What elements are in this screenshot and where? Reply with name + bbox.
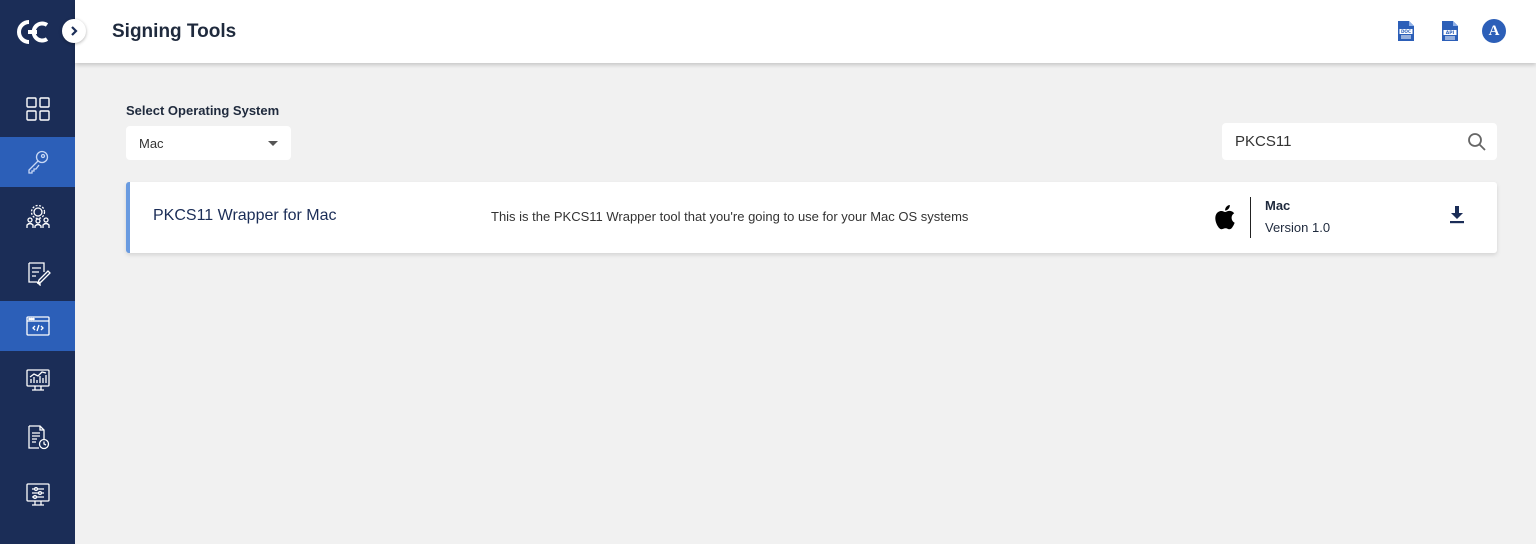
sidebar-item-keys[interactable] <box>0 137 75 187</box>
app-logo[interactable] <box>15 17 53 47</box>
sidebar-item-requests[interactable] <box>0 244 75 301</box>
user-menu-button[interactable]: A <box>1482 18 1506 44</box>
main-content: Select Operating System Mac PKCS11 Wrapp… <box>75 63 1536 544</box>
sidebar-item-settings[interactable] <box>0 465 75 522</box>
tool-version: Version 1.0 <box>1265 220 1331 235</box>
chevron-right-icon <box>71 26 78 36</box>
avatar: A <box>1482 19 1506 43</box>
caret-down-icon <box>268 141 278 146</box>
tool-name-link[interactable]: PKCS11 Wrapper for Mac <box>153 207 336 225</box>
team-gear-icon <box>25 204 50 228</box>
search-icon[interactable] <box>1467 132 1487 152</box>
download-icon[interactable] <box>1448 205 1466 225</box>
dashboard-icon <box>25 96 50 121</box>
apple-icon <box>1215 205 1235 230</box>
search-box <box>1222 123 1497 160</box>
key-icon <box>27 150 48 174</box>
sidebar-item-team[interactable] <box>0 187 75 244</box>
sidebar-item-reports[interactable] <box>0 351 75 408</box>
edit-document-icon <box>27 261 51 286</box>
tool-description: This is the PKCS11 Wrapper tool that you… <box>491 209 969 224</box>
top-header: Signing Tools DOC API A <box>75 0 1536 63</box>
sidebar-item-logs[interactable] <box>0 408 75 465</box>
header-actions: DOC API A <box>1394 18 1506 44</box>
os-filter-label: Select Operating System <box>126 103 280 118</box>
tool-card: PKCS11 Wrapper for Mac This is the PKCS1… <box>126 182 1497 253</box>
doc-button[interactable]: DOC <box>1394 18 1418 44</box>
sidebar-item-dashboard[interactable] <box>0 80 75 137</box>
analytics-monitor-icon <box>25 368 50 391</box>
search-input[interactable] <box>1222 133 1452 150</box>
page-title: Signing Tools <box>112 20 237 42</box>
sidebar <box>0 0 75 544</box>
code-window-icon <box>25 316 50 336</box>
api-icon-text: API <box>1446 30 1455 36</box>
os-select-dropdown[interactable]: Mac <box>126 126 291 160</box>
os-select-value: Mac <box>139 135 164 151</box>
doc-icon: DOC <box>1398 21 1414 41</box>
api-icon: API <box>1442 21 1458 41</box>
card-divider <box>1250 197 1251 238</box>
doc-icon-text: DOC <box>1401 29 1411 34</box>
settings-monitor-icon <box>25 482 50 506</box>
document-clock-icon <box>27 424 49 449</box>
sidebar-nav <box>0 80 75 522</box>
sidebar-item-signing-tools[interactable] <box>0 301 75 351</box>
tool-os-name: Mac <box>1265 198 1291 213</box>
sidebar-toggle-button[interactable] <box>62 19 86 43</box>
api-button[interactable]: API <box>1438 18 1462 44</box>
